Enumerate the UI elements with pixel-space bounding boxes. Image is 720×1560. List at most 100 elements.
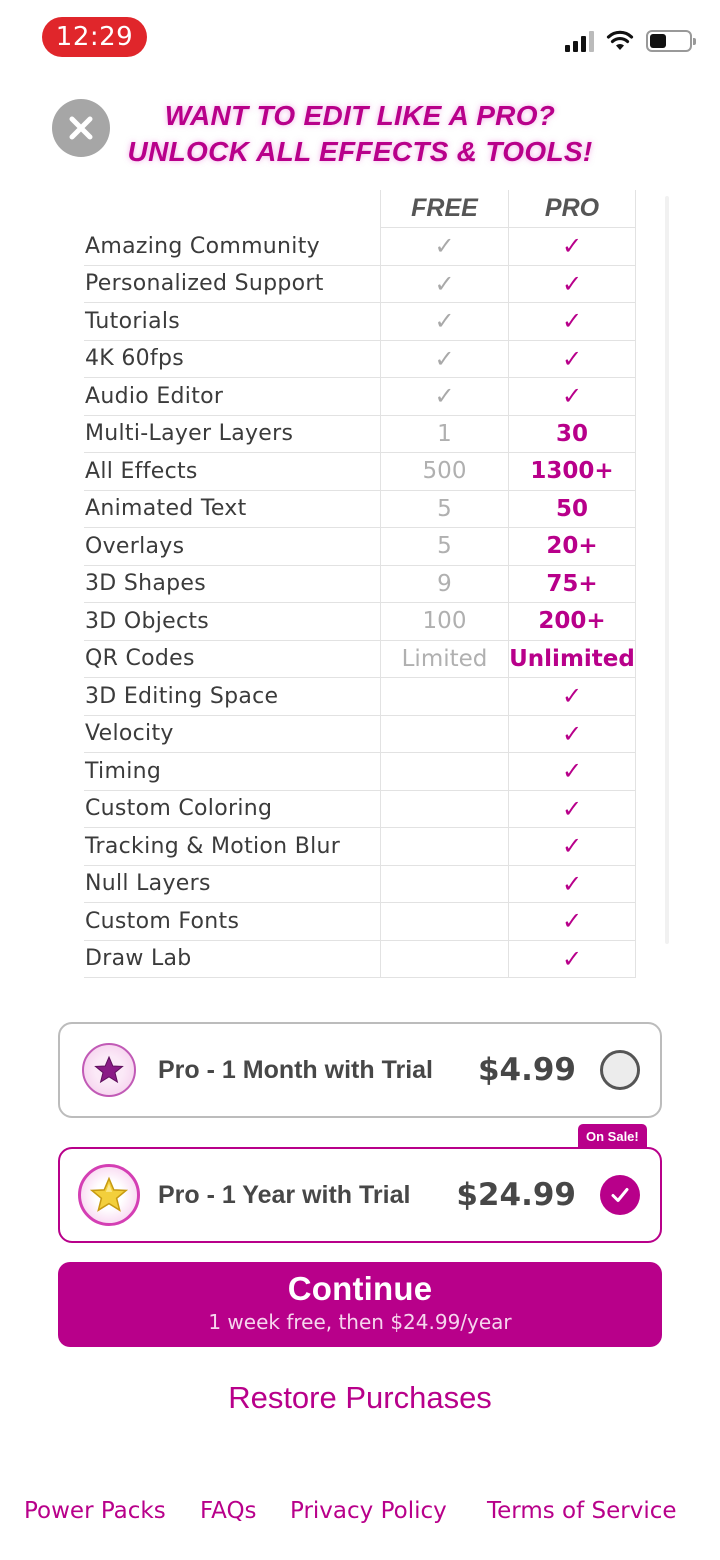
purple-star-icon [82,1043,136,1097]
free-value [380,828,508,865]
check-icon: ✓ [561,832,583,861]
plan-month-radio[interactable] [600,1050,640,1090]
pro-value: ✓ [508,715,636,752]
free-value: 5 [380,528,508,565]
comparison-row: Tracking & Motion Blur ✓ [84,828,636,866]
comparison-row: All Effects 500 1300+ [84,453,636,491]
footer-link-privacy-policy[interactable]: Privacy Policy [290,1498,447,1524]
free-value-text: 100 [422,608,467,635]
feature-label: Overlays [85,533,185,559]
pro-value: ✓ [508,790,636,827]
comparison-row: Null Layers ✓ [84,865,636,903]
plan-month-option[interactable]: Pro - 1 Month with Trial $4.99 [58,1022,662,1118]
free-value [380,715,508,752]
comparison-row: Multi-Layer Layers 1 30 [84,415,636,453]
plan-year-radio[interactable] [600,1175,640,1215]
free-value: ✓ [380,265,508,302]
comparison-row: Personalized Support ✓ ✓ [84,265,636,303]
free-value [380,903,508,940]
free-value: 1 [380,415,508,452]
feature-label: 4K 60fps [85,346,184,372]
check-icon: ✓ [561,719,583,748]
check-icon: ✓ [561,869,583,898]
restore-purchases-link[interactable]: Restore Purchases [0,1380,720,1416]
footer-link-terms-of-service[interactable]: Terms of Service [487,1498,677,1524]
plan-year-option[interactable]: Pro - 1 Year with Trial $24.99 [58,1147,662,1243]
pro-value: ✓ [508,303,636,340]
pro-value-text: 50 [555,495,588,522]
comparison-row: Custom Fonts ✓ [84,903,636,941]
scrollbar[interactable] [665,196,669,944]
free-value-text: 5 [437,495,452,522]
check-icon: ✓ [561,907,583,936]
pro-value: 30 [508,415,636,452]
check-icon: ✓ [561,269,583,298]
pro-value: ✓ [508,753,636,790]
free-value: Limited [380,640,508,677]
pro-value-text: 30 [555,420,588,447]
free-value [380,678,508,715]
check-icon: ✓ [434,232,455,261]
headline-line-1: WANT TO EDIT LIKE A PRO? [164,100,556,131]
status-time: 12:29 [42,17,147,57]
footer-link-power-packs[interactable]: Power Packs [24,1498,166,1524]
free-value [380,940,508,977]
checkmark-icon [611,1188,629,1202]
feature-label: 3D Objects [85,608,210,634]
check-icon: ✓ [561,757,583,786]
feature-label: Timing [85,758,162,784]
comparison-row: Custom Coloring ✓ [84,790,636,828]
pro-column-header: PRO [508,190,636,228]
pro-value: ✓ [508,265,636,302]
wifi-icon [606,30,634,50]
pro-value: ✓ [508,340,636,377]
feature-label: 3D Shapes [85,571,206,597]
plan-month-price: $4.99 [477,1052,576,1088]
free-value: 100 [380,603,508,640]
feature-label: Multi-Layer Layers [85,421,294,447]
comparison-row: Overlays 5 20+ [84,528,636,566]
free-value: 500 [380,453,508,490]
feature-label: Tracking & Motion Blur [85,833,341,859]
feature-label: Audio Editor [85,383,224,409]
feature-label: Personalized Support [85,271,324,297]
pro-value-text: 75+ [546,570,598,597]
footer-links: Power Packs FAQs Privacy Policy Terms of… [0,1498,720,1532]
comparison-row: Draw Lab ✓ [84,940,636,978]
pro-value: ✓ [508,678,636,715]
pro-value-text: 20+ [546,533,598,560]
feature-label: Tutorials [85,308,181,334]
comparison-table: FREE PRO Amazing Community ✓ ✓ Personalized… [84,190,636,978]
feature-label: 3D Editing Space [85,683,279,709]
pro-value: ✓ [508,378,636,415]
feature-column-header [84,190,380,228]
free-value [380,790,508,827]
feature-label: All Effects [85,458,198,484]
plan-month-label: Pro - 1 Month with Trial [158,1055,433,1084]
feature-label: Draw Lab [85,946,192,972]
continue-button[interactable]: Continue 1 week free, then $24.99/year [58,1262,662,1347]
continue-title: Continue [287,1270,433,1307]
check-icon: ✓ [561,344,583,373]
pro-value: 75+ [508,565,636,602]
comparison-row: 3D Shapes 9 75+ [84,565,636,603]
headline: WANT TO EDIT LIKE A PRO? UNLOCK ALL EFFE… [0,98,720,170]
gold-star-icon [78,1164,140,1226]
free-value: ✓ [380,378,508,415]
pro-value: 1300+ [508,453,636,490]
check-icon: ✓ [434,269,455,298]
free-value: 9 [380,565,508,602]
comparison-row: 3D Editing Space ✓ [84,678,636,716]
pro-value: ✓ [508,828,636,865]
feature-label: Amazing Community [85,233,320,259]
footer-link-faqs[interactable]: FAQs [200,1498,257,1524]
comparison-row: Animated Text 5 50 [84,490,636,528]
comparison-header: FREE PRO [84,190,636,228]
plan-year-price: $24.99 [456,1177,576,1213]
free-value-text: Limited [401,645,488,672]
free-value-text: 1 [437,420,452,447]
comparison-row: Velocity ✓ [84,715,636,753]
comparison-rows: Amazing Community ✓ ✓ Personalized Support ✓… [84,228,636,978]
pro-value: ✓ [508,865,636,902]
free-column-header: FREE [380,190,508,228]
